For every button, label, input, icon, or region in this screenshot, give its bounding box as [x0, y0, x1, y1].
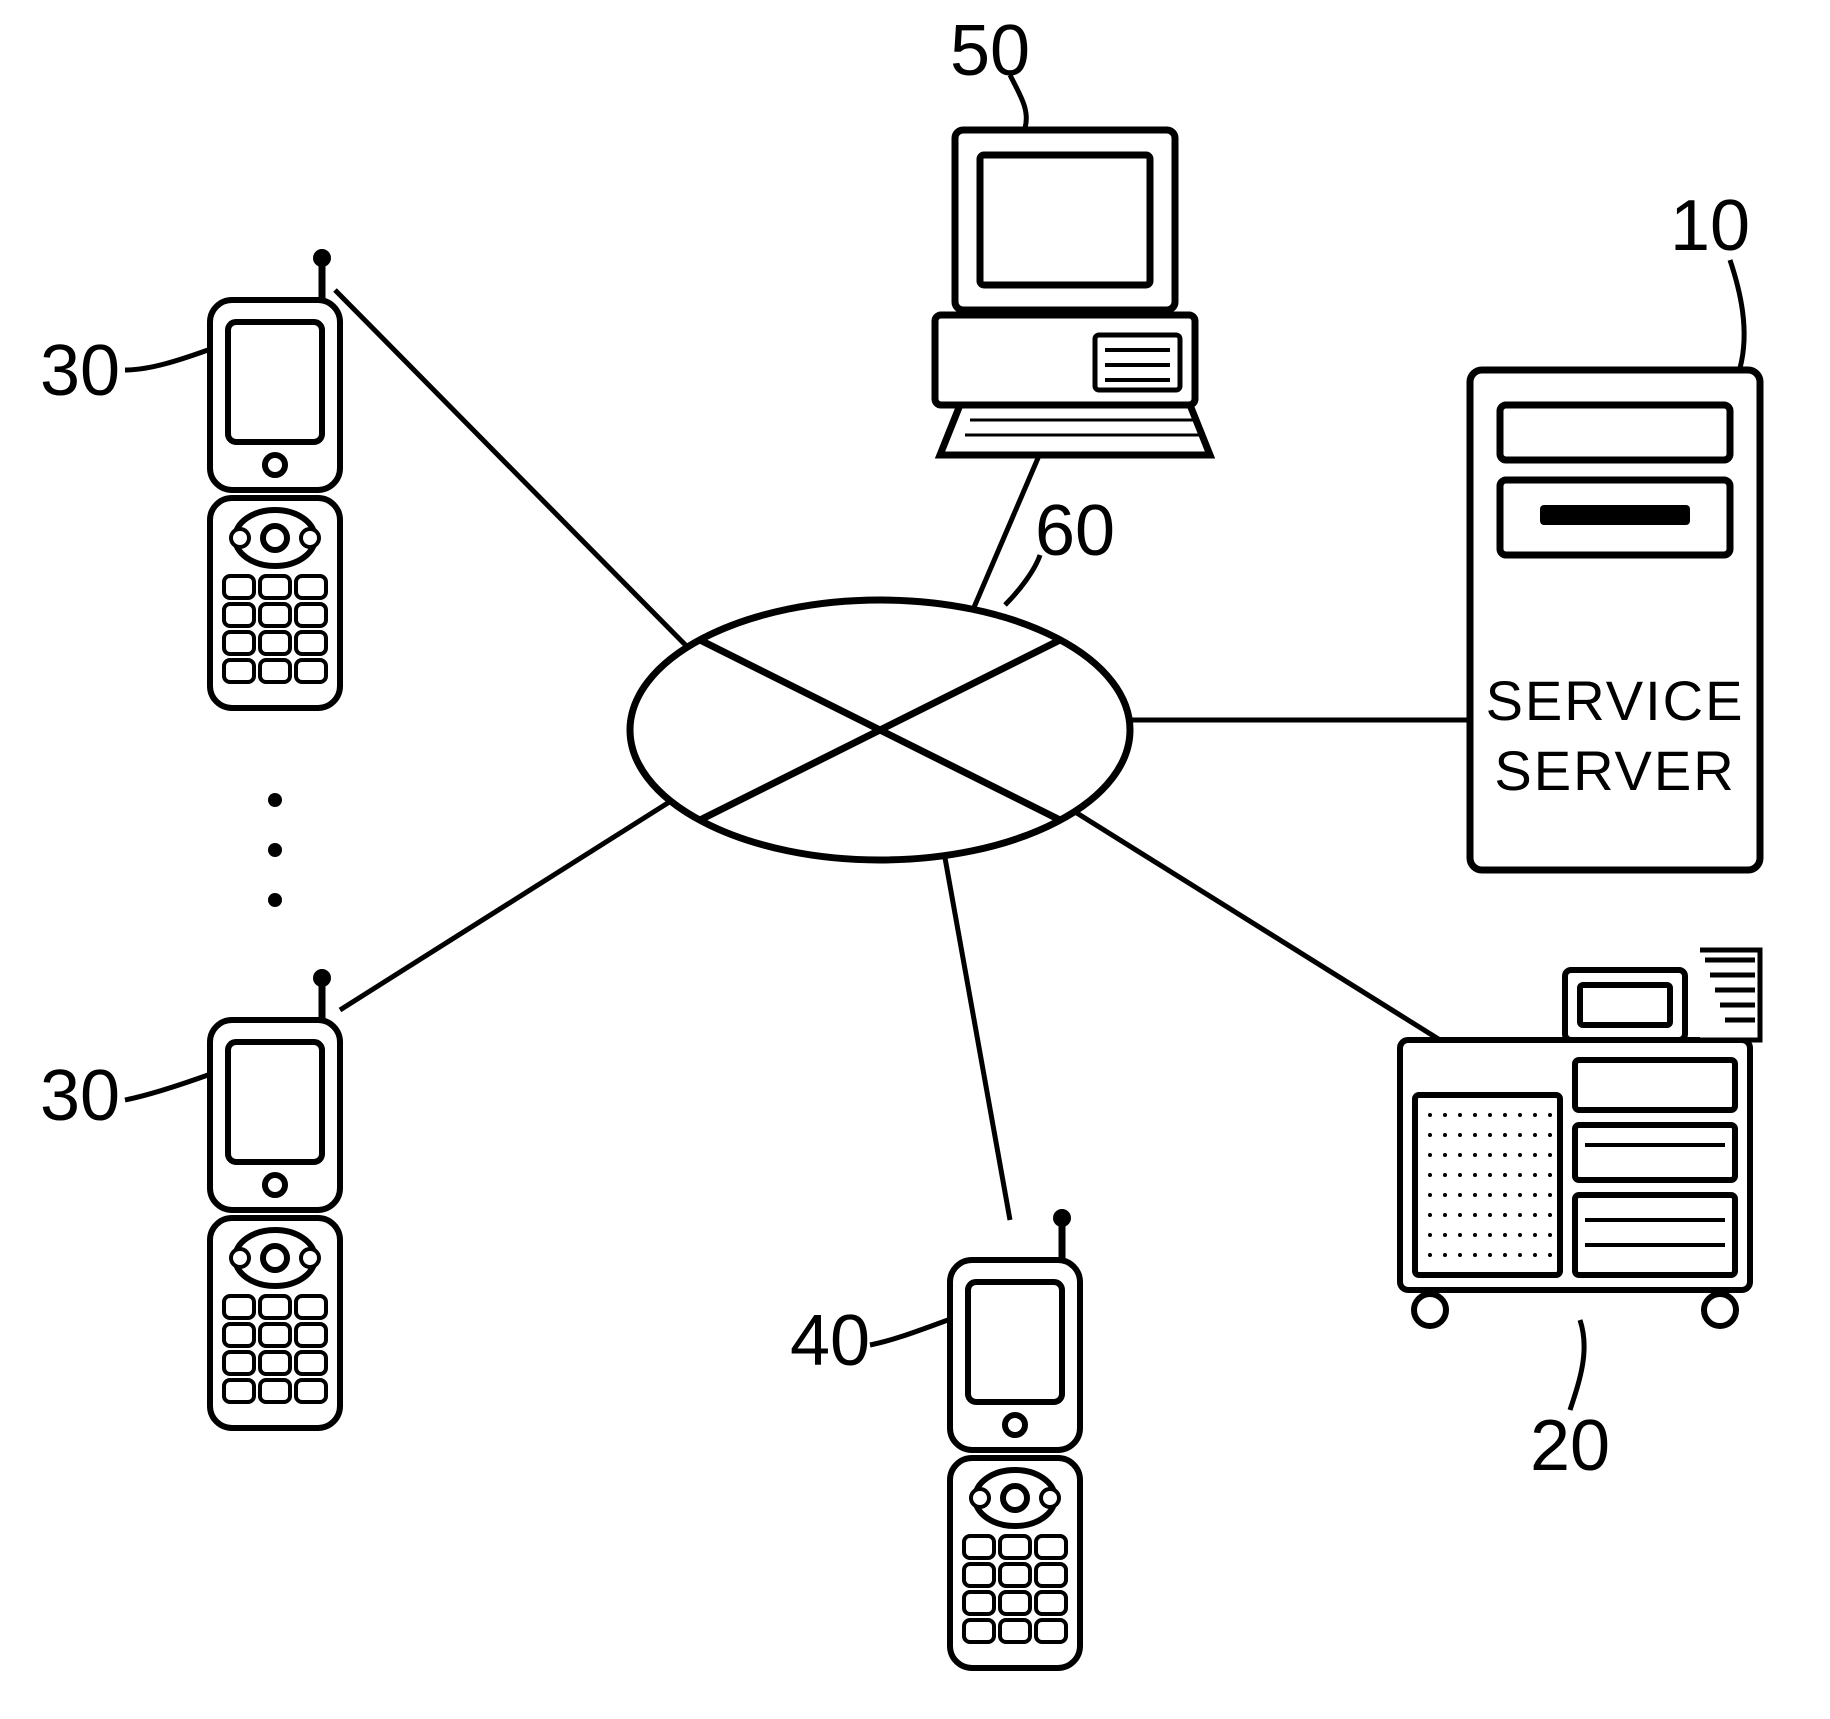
leader-30-lower [125, 1075, 208, 1100]
phone-upper-icon [210, 252, 340, 708]
label-printer: 20 [1530, 1406, 1610, 1486]
printer-machine [1400, 950, 1760, 1326]
server-text-line2: SERVER [1494, 739, 1735, 802]
phone-bottom-icon [950, 1212, 1080, 1668]
label-phone-lower: 30 [40, 1056, 120, 1136]
leader-40 [870, 1320, 948, 1345]
ellipsis-dots [268, 793, 282, 907]
network-node [630, 600, 1130, 860]
label-phone-upper: 30 [40, 331, 120, 411]
server-text-line1: SERVICE [1486, 669, 1745, 732]
leader-30-upper [125, 350, 208, 370]
label-server: 10 [1670, 186, 1750, 266]
phone-lower-icon [210, 972, 340, 1428]
label-phone-bottom: 40 [790, 1301, 870, 1381]
label-network: 60 [1035, 491, 1115, 571]
computer [935, 130, 1210, 455]
leader-10 [1730, 260, 1744, 368]
diagram-svg: 60 SERVICE SERVER 10 50 [0, 0, 1830, 1719]
leader-20 [1570, 1320, 1584, 1410]
label-computer: 50 [950, 11, 1030, 91]
